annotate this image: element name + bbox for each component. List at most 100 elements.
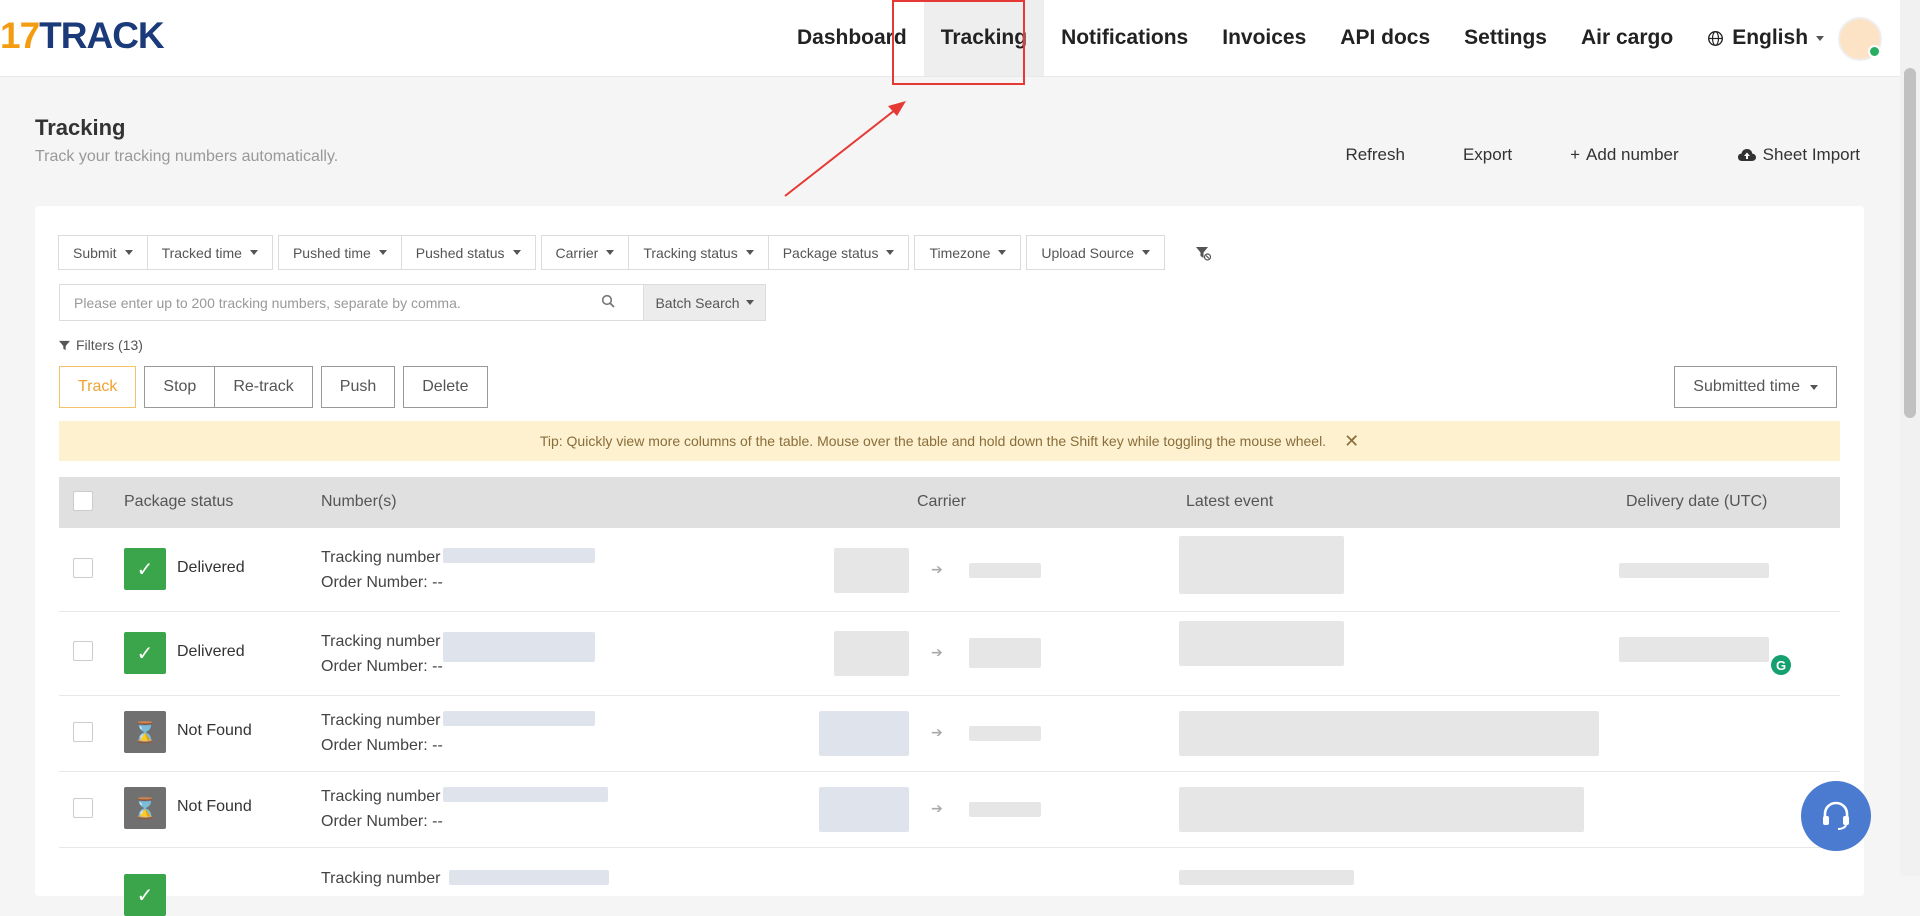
filter-timezone[interactable]: Timezone xyxy=(914,235,1022,270)
filter-label: Timezone xyxy=(929,244,991,261)
stop-button[interactable]: Stop xyxy=(144,366,216,408)
column-carrier[interactable]: Carrier xyxy=(917,493,966,511)
tracking-number-label[interactable]: Tracking number xyxy=(321,545,443,570)
sheet-import-label: Sheet Import xyxy=(1762,145,1860,164)
filter-package-status[interactable]: Package status xyxy=(767,235,910,270)
filter-label: Carrier xyxy=(555,244,599,261)
table-row[interactable]: ✓ Delivered Tracking number Order Number… xyxy=(59,528,1840,612)
chevron-down-icon xyxy=(512,250,521,255)
add-number-button[interactable]: + Add number xyxy=(1570,145,1679,165)
sheet-import-button[interactable]: Sheet Import xyxy=(1737,145,1860,165)
table-row[interactable]: ⌛ Not Found Tracking number Order Number… xyxy=(59,771,1840,848)
refresh-button[interactable]: Refresh xyxy=(1345,145,1405,165)
column-latest-event[interactable]: Latest event xyxy=(1186,493,1273,511)
nav-notifications[interactable]: Notifications xyxy=(1044,0,1205,76)
globe-icon xyxy=(1708,30,1724,46)
tracking-number-label[interactable]: Tracking number xyxy=(321,784,443,809)
tip-banner: Tip: Quickly view more columns of the ta… xyxy=(59,421,1840,461)
row-checkbox[interactable] xyxy=(73,641,93,661)
logo[interactable]: 17TRACK xyxy=(0,15,165,57)
batch-search-button[interactable]: Batch Search xyxy=(644,284,766,321)
tracking-number-label[interactable]: Tracking number xyxy=(321,866,440,891)
track-button[interactable]: Track xyxy=(59,366,137,408)
column-numbers[interactable]: Number(s) xyxy=(321,493,397,511)
page-title: Tracking xyxy=(35,115,126,140)
filter-group-pushed: Pushed time Pushed status xyxy=(277,235,536,270)
vertical-scrollbar[interactable] xyxy=(1900,0,1920,876)
nav-dashboard[interactable]: Dashboard xyxy=(780,0,924,76)
filter-label: Pushed time xyxy=(292,244,371,261)
order-number: Order Number: -- xyxy=(321,658,443,675)
hourglass-icon: ⌛ xyxy=(124,787,166,829)
row-checkbox[interactable] xyxy=(73,798,93,818)
redacted-carrier-to xyxy=(969,563,1041,578)
close-icon[interactable]: ✕ xyxy=(1344,431,1359,452)
filter-group-timezone: Timezone xyxy=(914,235,1022,270)
export-button[interactable]: Export xyxy=(1463,145,1512,165)
redacted-latest-event xyxy=(1179,870,1354,885)
tracking-number-label[interactable]: Tracking number xyxy=(321,629,443,654)
filter-pushed-time[interactable]: Pushed time xyxy=(277,235,402,270)
retrack-button[interactable]: Re-track xyxy=(214,366,313,408)
table-row[interactable]: ✓ Tracking number xyxy=(59,847,1840,916)
column-package-status[interactable]: Package status xyxy=(124,493,233,511)
redacted-tracking-number xyxy=(443,632,595,662)
filter-pushed-status[interactable]: Pushed status xyxy=(400,235,536,270)
nav-api-docs[interactable]: API docs xyxy=(1323,0,1447,76)
check-icon: ✓ xyxy=(124,632,166,674)
grammarly-icon[interactable]: G xyxy=(1771,655,1791,675)
number-cell: Tracking number Order Number: -- xyxy=(321,629,443,679)
column-delivery-date[interactable]: Delivery date (UTC) xyxy=(1626,493,1767,511)
row-checkbox[interactable] xyxy=(73,558,93,578)
filter-group-carrier: Carrier Tracking status Package status xyxy=(540,235,910,270)
batch-search-label: Batch Search xyxy=(655,294,740,311)
table-row[interactable]: ✓ Delivered Tracking number Order Number… xyxy=(59,611,1840,696)
chevron-down-icon xyxy=(886,250,895,255)
redacted-delivery-date xyxy=(1619,637,1769,662)
filter-label: Submit xyxy=(73,244,117,261)
top-bar: 17TRACK Dashboard Tracking Notifications… xyxy=(0,0,1900,77)
cloud-upload-icon xyxy=(1737,149,1756,161)
scrollbar-thumb[interactable] xyxy=(1904,68,1916,418)
chevron-down-icon xyxy=(1142,250,1151,255)
chevron-down-icon xyxy=(1816,35,1825,41)
filters-count-label: Filters (13) xyxy=(76,337,143,353)
funnel-clear-icon[interactable] xyxy=(1195,245,1212,261)
nav-invoices[interactable]: Invoices xyxy=(1205,0,1323,76)
package-status: Delivered xyxy=(177,559,245,576)
redacted-carrier-from xyxy=(819,711,909,756)
number-cell: Tracking number xyxy=(321,866,440,891)
filter-carrier[interactable]: Carrier xyxy=(540,235,630,270)
chevron-down-icon xyxy=(745,300,754,305)
filter-upload-source[interactable]: Upload Source xyxy=(1026,235,1166,270)
filter-tracking-status[interactable]: Tracking status xyxy=(628,235,769,270)
redacted-carrier-from xyxy=(834,548,909,593)
push-button[interactable]: Push xyxy=(320,366,396,408)
row-checkbox[interactable] xyxy=(73,722,93,742)
search-icon[interactable] xyxy=(601,294,615,308)
language-select[interactable]: English xyxy=(1690,0,1841,76)
filter-label: Tracked time xyxy=(161,244,242,261)
nav-settings[interactable]: Settings xyxy=(1447,0,1564,76)
filter-label: Tracking status xyxy=(643,244,738,261)
page-subtitle: Track your tracking numbers automaticall… xyxy=(35,148,339,165)
filter-submit[interactable]: Submit xyxy=(58,235,148,270)
select-all-checkbox[interactable] xyxy=(73,491,93,511)
table-row[interactable]: ⌛ Not Found Tracking number Order Number… xyxy=(59,695,1840,772)
arrow-right-icon: ➔ xyxy=(931,724,943,740)
nav-tracking[interactable]: Tracking xyxy=(923,0,1045,76)
number-cell: Tracking number Order Number: -- xyxy=(321,708,443,758)
filter-tracked-time[interactable]: Tracked time xyxy=(146,235,273,270)
avatar[interactable] xyxy=(1838,17,1882,61)
delete-button[interactable]: Delete xyxy=(403,366,488,408)
headset-icon[interactable] xyxy=(1801,781,1871,851)
redacted-delivery-date xyxy=(1619,563,1769,578)
filter-group-submit: Submit Tracked time xyxy=(58,235,273,270)
redacted-carrier-to xyxy=(969,802,1041,817)
nav-air-cargo[interactable]: Air cargo xyxy=(1564,0,1690,76)
filters-toggle[interactable]: Filters (13) xyxy=(59,337,143,353)
search-bar: Please enter up to 200 tracking numbers,… xyxy=(59,284,766,321)
tracking-number-label[interactable]: Tracking number xyxy=(321,708,443,733)
tracking-search-input[interactable]: Please enter up to 200 tracking numbers,… xyxy=(59,284,644,321)
sort-select[interactable]: Submitted time xyxy=(1674,366,1837,408)
